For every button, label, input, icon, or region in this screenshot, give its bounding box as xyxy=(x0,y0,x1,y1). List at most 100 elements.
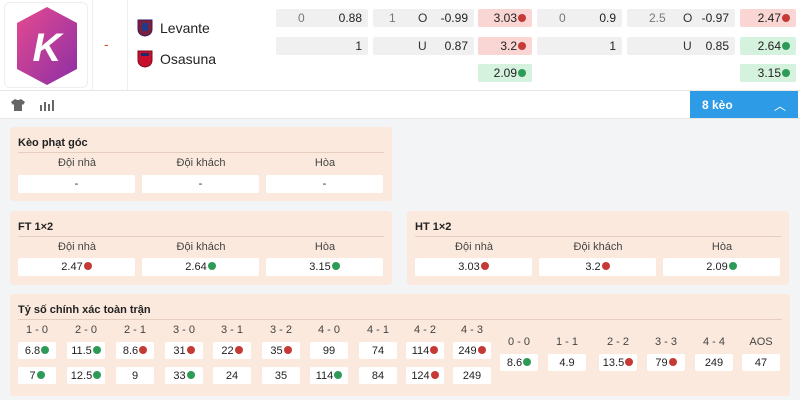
ft-1x2-home-odds: 3.03 xyxy=(493,11,517,25)
odds-down-icon xyxy=(477,345,486,354)
odds-down-icon xyxy=(782,13,790,22)
ft-over[interactable]: 1 O -0.99 xyxy=(373,9,474,27)
odds-down-icon xyxy=(283,345,292,354)
score-odds-value: 13.5 xyxy=(602,356,625,369)
ht-1x2-home[interactable]: 2.47 xyxy=(740,9,796,27)
corner-draw-odds[interactable]: - xyxy=(266,175,383,193)
score-dash: - xyxy=(104,36,109,52)
odds-down-icon xyxy=(601,262,610,270)
score-odds-value: 7 xyxy=(29,369,36,382)
corner-home-odds[interactable]: - xyxy=(18,175,135,193)
correct-score-title: Tỷ số chính xác toàn trận xyxy=(18,304,151,316)
header-away: Đội khách xyxy=(176,157,226,169)
score-odds-cell[interactable]: 249 xyxy=(453,367,491,384)
divider xyxy=(18,152,384,153)
odds-down-icon xyxy=(186,345,195,354)
score-odds-cell[interactable]: 22 xyxy=(213,342,251,359)
score-odds-cell[interactable]: 24 xyxy=(213,367,251,384)
score-odds-cell[interactable]: 12.5 xyxy=(67,367,105,384)
away-team-name: Osasuna xyxy=(160,51,217,67)
score-odds-cell[interactable]: 33 xyxy=(165,367,203,384)
ft-home-odds[interactable]: 2.47 xyxy=(18,258,135,276)
score-odds-cell[interactable]: 124 xyxy=(406,367,444,384)
ht-handicap-line: 0 xyxy=(559,11,566,25)
shirt-icon[interactable] xyxy=(10,98,26,112)
score-odds-value: 33 xyxy=(173,369,186,382)
score-odds-cell[interactable]: 9 xyxy=(116,367,154,384)
ft-handicap-home[interactable]: 0 0.88 xyxy=(276,9,368,27)
ht-draw-odds-value: 2.09 xyxy=(706,261,728,273)
ft-under[interactable]: U 0.87 xyxy=(373,37,474,55)
score-odds-value: 24 xyxy=(225,369,239,382)
ft-draw-odds[interactable]: 3.15 xyxy=(266,258,383,276)
score-odds-value: 8.6 xyxy=(122,344,139,357)
ht-1x2-away[interactable]: 2.64 xyxy=(740,37,796,55)
ht-1x2-home-odds: 2.47 xyxy=(757,11,781,25)
odds-up-icon xyxy=(93,370,102,379)
stats-icon[interactable] xyxy=(39,98,55,112)
ht-under-label: U xyxy=(683,39,692,53)
ft-handicap-away-odds: 1 xyxy=(355,39,362,53)
score-odds-value: 79 xyxy=(655,356,668,369)
ht-handicap-home[interactable]: 0 0.9 xyxy=(537,9,622,27)
markets-toggle-button[interactable]: 8 kèo ︿ xyxy=(690,91,798,118)
brand-logo: K xyxy=(4,2,88,88)
ht-under[interactable]: U 0.85 xyxy=(627,37,735,55)
score-odds-cell[interactable]: 11.5 xyxy=(67,342,105,359)
score-label: 4 - 0 xyxy=(317,324,340,336)
score-odds-cell[interactable]: 99 xyxy=(310,342,348,359)
score-odds-value: 99 xyxy=(322,344,336,357)
score-odds-value: 74 xyxy=(371,344,385,357)
ft-1x2-draw[interactable]: 2.09 xyxy=(478,64,532,82)
ht-1x2-draw[interactable]: 3.15 xyxy=(740,64,796,82)
ht-over-odds: -0.97 xyxy=(701,11,729,25)
home-team[interactable]: Levante xyxy=(137,19,210,37)
ft-1x2-home[interactable]: 3.03 xyxy=(478,9,532,27)
score-odds-cell[interactable]: 114 xyxy=(310,367,348,384)
score-label: 3 - 0 xyxy=(172,324,195,336)
score-odds-cell[interactable]: 4.9 xyxy=(548,354,586,371)
odds-up-icon xyxy=(186,370,195,379)
score-odds-cell[interactable]: 13.5 xyxy=(599,354,637,371)
score-label: 1 - 0 xyxy=(25,324,48,336)
ht-handicap-away[interactable]: 1 xyxy=(537,37,622,55)
divider xyxy=(415,236,781,237)
ht-home-odds[interactable]: 3.03 xyxy=(415,258,532,276)
score-odds-cell[interactable]: 31 xyxy=(165,342,203,359)
score-odds-cell[interactable]: 249 xyxy=(695,354,733,371)
ft-handicap-away[interactable]: 1 xyxy=(276,37,368,55)
score-odds-cell[interactable]: 7 xyxy=(18,367,56,384)
score-odds-cell[interactable]: 249 xyxy=(453,342,491,359)
score-odds-value: 249 xyxy=(704,356,724,369)
header-draw: Hòa xyxy=(314,241,336,253)
score-odds-cell[interactable]: 35 xyxy=(262,367,300,384)
odds-up-icon xyxy=(92,345,101,354)
score-odds-cell[interactable]: 6.8 xyxy=(18,342,56,359)
score-odds-cell[interactable]: 114 xyxy=(406,342,444,359)
ht-away-odds[interactable]: 3.2 xyxy=(539,258,656,276)
score-label: 1 - 1 xyxy=(555,336,578,348)
ft-1x2-away[interactable]: 3.2 xyxy=(478,37,532,55)
score-odds-cell[interactable]: 8.6 xyxy=(500,354,538,371)
score-odds-value: 4.9 xyxy=(559,356,575,369)
away-team[interactable]: Osasuna xyxy=(137,50,216,68)
odds-down-icon xyxy=(518,41,526,50)
odds-down-icon xyxy=(625,357,634,366)
score-odds-value: 35 xyxy=(274,369,288,382)
score-odds-cell[interactable]: 74 xyxy=(359,342,397,359)
score-odds-cell[interactable]: 84 xyxy=(359,367,397,384)
ht-over[interactable]: 2.5 O -0.97 xyxy=(627,9,735,27)
odds-up-icon xyxy=(782,41,790,50)
score-odds-value: 6.8 xyxy=(24,344,41,357)
score-label: 4 - 4 xyxy=(702,336,725,348)
score-odds-cell[interactable]: 8.6 xyxy=(116,342,154,359)
odds-up-icon xyxy=(331,262,340,270)
ht-draw-odds[interactable]: 2.09 xyxy=(663,258,780,276)
score-odds-cell[interactable]: 79 xyxy=(647,354,685,371)
corner-away-odds[interactable]: - xyxy=(142,175,259,193)
header-home: Đội nhà xyxy=(58,241,96,253)
ft-away-odds[interactable]: 2.64 xyxy=(142,258,259,276)
score-odds-cell[interactable]: 47 xyxy=(742,354,780,371)
score-odds-cell[interactable]: 35 xyxy=(262,342,300,359)
ft-home-odds-value: 2.47 xyxy=(61,261,83,273)
